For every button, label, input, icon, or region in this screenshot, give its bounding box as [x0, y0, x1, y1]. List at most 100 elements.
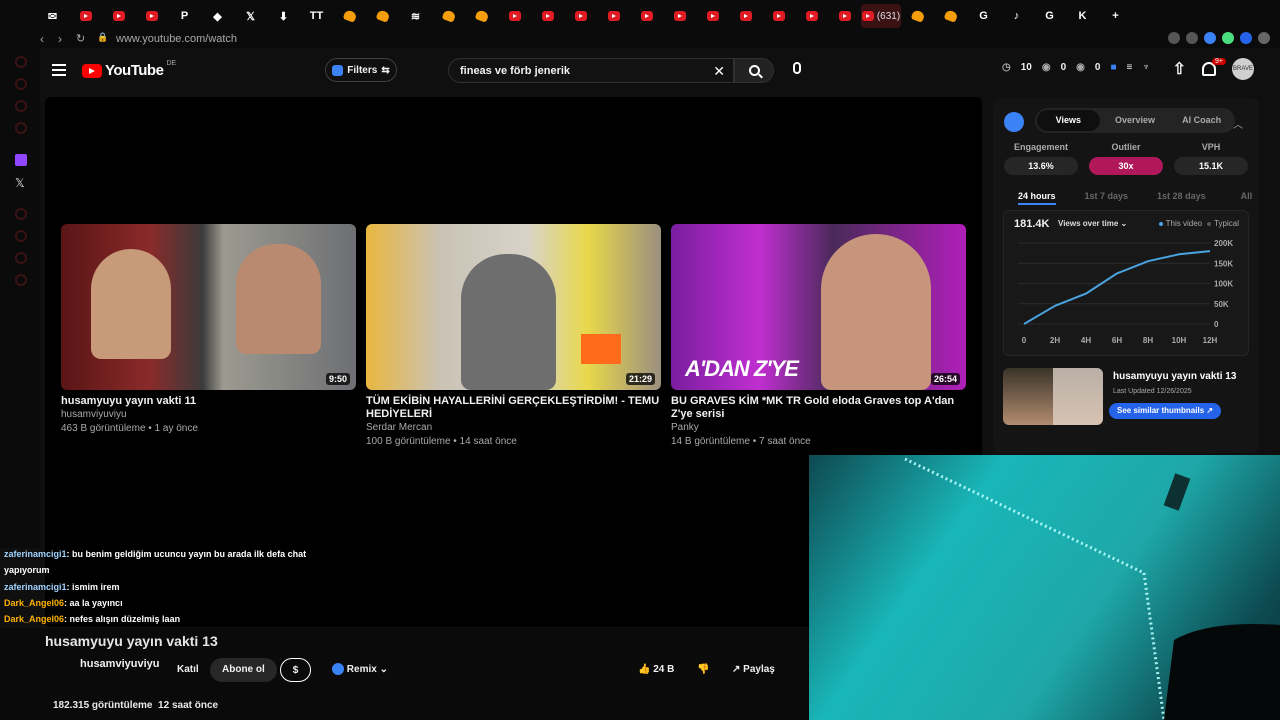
browser-tab[interactable]	[795, 4, 828, 28]
video-title[interactable]: TÜM EKİBİN HAYALLERİNİ GERÇEKLEŞTİRDİM! …	[366, 395, 661, 421]
tab-overview[interactable]: Overview	[1104, 110, 1167, 131]
recommended-video-card[interactable]: 9:50 husamyuyu yayın vakti 11 husamviyuv…	[61, 224, 356, 435]
menu-icon[interactable]	[1258, 32, 1270, 44]
chat-username[interactable]: Dark_Angel06	[4, 598, 64, 608]
sidebar-app-icon[interactable]	[15, 274, 27, 286]
browser-tab[interactable]: ≋	[399, 4, 432, 28]
x-icon[interactable]: 𝕏	[15, 176, 25, 190]
browser-tab[interactable]	[465, 4, 498, 28]
similar-thumbnail[interactable]	[1003, 368, 1103, 425]
browser-tab[interactable]: P	[168, 4, 201, 28]
filters-button[interactable]: Filters ⇆	[325, 58, 397, 82]
sidebar-app-icon[interactable]	[15, 78, 27, 90]
sidebar-app-icon[interactable]	[15, 122, 27, 134]
browser-tab[interactable]	[729, 4, 762, 28]
extension-icon[interactable]	[1204, 32, 1216, 44]
notifications-icon[interactable]: 9+	[1202, 58, 1226, 76]
youtube-logo[interactable]: YouTube DE	[82, 60, 176, 79]
channel-name[interactable]: Panky	[671, 421, 966, 435]
extension-icon[interactable]: ■	[1110, 62, 1116, 73]
search-input[interactable]: fineas ve förb jenerik ✕	[448, 58, 734, 83]
reload-icon[interactable]: ↻	[76, 32, 85, 45]
recommended-video-card[interactable]: A'DAN Z'YE 26:54 BU GRAVES KİM *MK TR Go…	[671, 224, 966, 448]
recommended-video-card[interactable]: 21:29 TÜM EKİBİN HAYALLERİNİ GERÇEKLEŞTİ…	[366, 224, 661, 448]
channel-name[interactable]: husamviyuviyu	[61, 408, 356, 422]
range-24h[interactable]: 24 hours	[1018, 191, 1056, 205]
browser-tab[interactable]	[69, 4, 102, 28]
browser-tab[interactable]	[663, 4, 696, 28]
tab-views[interactable]: Views	[1037, 110, 1100, 131]
remix-button[interactable]: Remix ⌄	[320, 658, 400, 682]
browser-tab[interactable]	[366, 4, 399, 28]
like-button[interactable]: 👍 24 B	[626, 658, 686, 682]
range-all[interactable]: All	[1241, 191, 1253, 205]
chat-username[interactable]: zaferinamcigi1	[4, 549, 67, 559]
browser-tab[interactable]	[135, 4, 168, 28]
video-thumbnail[interactable]: 9:50	[61, 224, 356, 390]
microphone-icon[interactable]	[793, 62, 801, 74]
twitch-icon[interactable]	[15, 154, 27, 166]
search-button[interactable]	[734, 58, 774, 83]
video-title[interactable]: BU GRAVES KİM *MK TR Gold eloda Graves t…	[671, 395, 966, 421]
browser-tab[interactable]: ⬇	[267, 4, 300, 28]
similar-title[interactable]: husamyuyu yayın vakti 13	[1113, 371, 1236, 382]
bulb-icon[interactable]: ♆	[1142, 62, 1150, 73]
tab-ai-coach[interactable]: AI Coach	[1170, 110, 1233, 131]
extension-icon[interactable]	[1240, 32, 1252, 44]
browser-tab[interactable]	[597, 4, 630, 28]
sidebar-app-icon[interactable]	[15, 100, 27, 112]
browser-tab[interactable]: G	[967, 4, 1000, 28]
browser-tab[interactable]	[934, 4, 967, 28]
browser-tab[interactable]: K	[1066, 4, 1099, 28]
browser-tab[interactable]	[828, 4, 861, 28]
dollar-icon[interactable]: $	[280, 658, 311, 682]
back-icon[interactable]: ‹	[40, 32, 44, 46]
range-28d[interactable]: 1st 28 days	[1157, 191, 1206, 205]
channel-name[interactable]: Serdar Mercan	[366, 421, 661, 435]
chat-username[interactable]: Dark_Angel06	[4, 614, 64, 624]
sidebar-app-icon[interactable]	[15, 56, 27, 68]
browser-tab[interactable]	[333, 4, 366, 28]
chat-username[interactable]: zaferinamcigi1	[4, 582, 67, 592]
browser-tab[interactable]	[564, 4, 597, 28]
browser-tab[interactable]: ◆	[201, 4, 234, 28]
browser-tab[interactable]	[762, 4, 795, 28]
video-title[interactable]: husamyuyu yayın vakti 11	[61, 395, 356, 408]
forward-icon[interactable]: ›	[58, 32, 62, 46]
browser-tab[interactable]: G	[1033, 4, 1066, 28]
browser-tab[interactable]	[901, 4, 934, 28]
video-thumbnail[interactable]: 21:29	[366, 224, 661, 390]
browser-tab[interactable]: TT	[300, 4, 333, 28]
menu-icon[interactable]	[52, 64, 66, 76]
see-similar-thumbnails-button[interactable]: See similar thumbnails ↗	[1109, 403, 1222, 419]
browser-tab[interactable]: +	[1099, 4, 1132, 28]
url-text[interactable]: www.youtube.com/watch	[116, 33, 237, 45]
browser-tab[interactable]	[696, 4, 729, 28]
upload-icon[interactable]: ⇧	[1173, 59, 1186, 79]
extension-icon[interactable]	[1168, 32, 1180, 44]
share-button[interactable]: ↗ Paylaş	[720, 658, 787, 682]
extension-icon[interactable]	[1186, 32, 1198, 44]
browser-tab[interactable]	[531, 4, 564, 28]
join-button[interactable]: Katıl	[165, 658, 211, 682]
browser-tab[interactable]: 𝕏	[234, 4, 267, 28]
channel-name[interactable]: husamviyuviyu	[80, 658, 159, 670]
browser-tab[interactable]	[630, 4, 663, 28]
list-icon[interactable]: ≡	[1127, 62, 1133, 73]
video-thumbnail[interactable]: A'DAN Z'YE 26:54	[671, 224, 966, 390]
extension-icon[interactable]	[1222, 32, 1234, 44]
browser-tab[interactable]	[498, 4, 531, 28]
sidebar-app-icon[interactable]	[15, 230, 27, 242]
dislike-button[interactable]: 👎	[685, 658, 721, 682]
clear-icon[interactable]: ✕	[713, 63, 725, 80]
range-7d[interactable]: 1st 7 days	[1085, 191, 1129, 205]
browser-tab[interactable]: ♪	[1000, 4, 1033, 28]
chevron-up-icon[interactable]: ︿	[1233, 116, 1243, 131]
browser-tab[interactable]	[102, 4, 135, 28]
browser-tab[interactable]: ✉	[36, 4, 69, 28]
browser-tab[interactable]	[432, 4, 465, 28]
sidebar-app-icon[interactable]	[15, 208, 27, 220]
browser-tab[interactable]: (631)	[861, 4, 901, 28]
subscribe-button[interactable]: Abone ol	[210, 658, 277, 682]
avatar[interactable]: BRAVE	[1232, 58, 1254, 80]
